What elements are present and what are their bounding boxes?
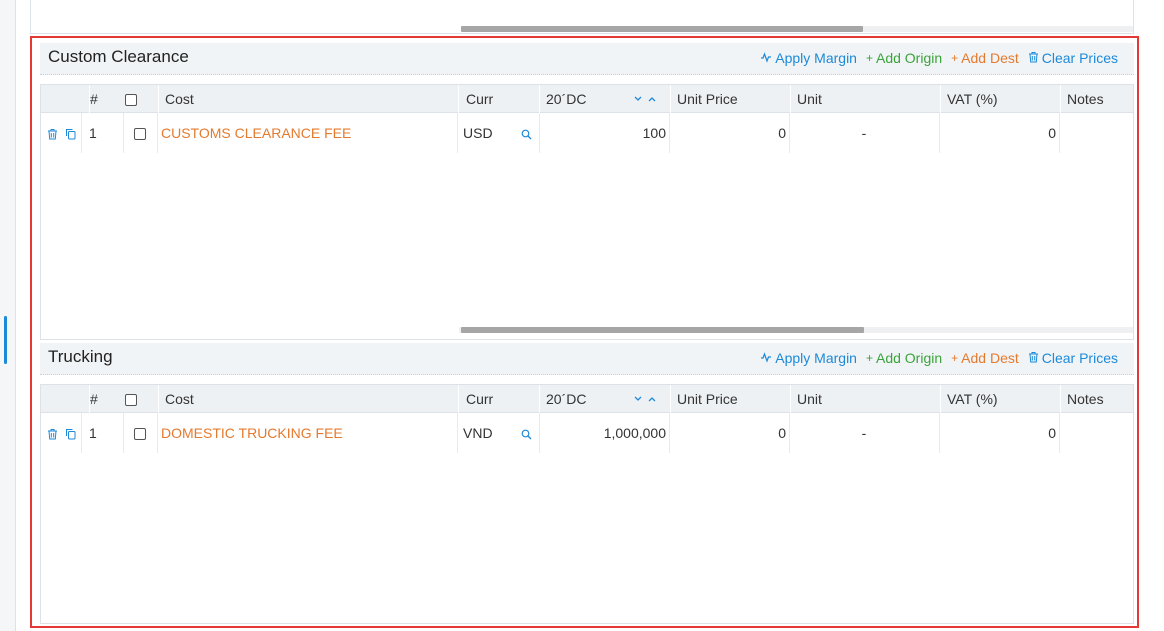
horizontal-scrollbar[interactable] xyxy=(461,26,1133,32)
scrollbar-thumb[interactable] xyxy=(461,26,863,32)
selection-highlight-frame xyxy=(30,36,1139,628)
left-rail-active-indicator xyxy=(4,316,7,364)
previous-section-panel xyxy=(30,0,1134,34)
left-rail xyxy=(0,0,16,631)
